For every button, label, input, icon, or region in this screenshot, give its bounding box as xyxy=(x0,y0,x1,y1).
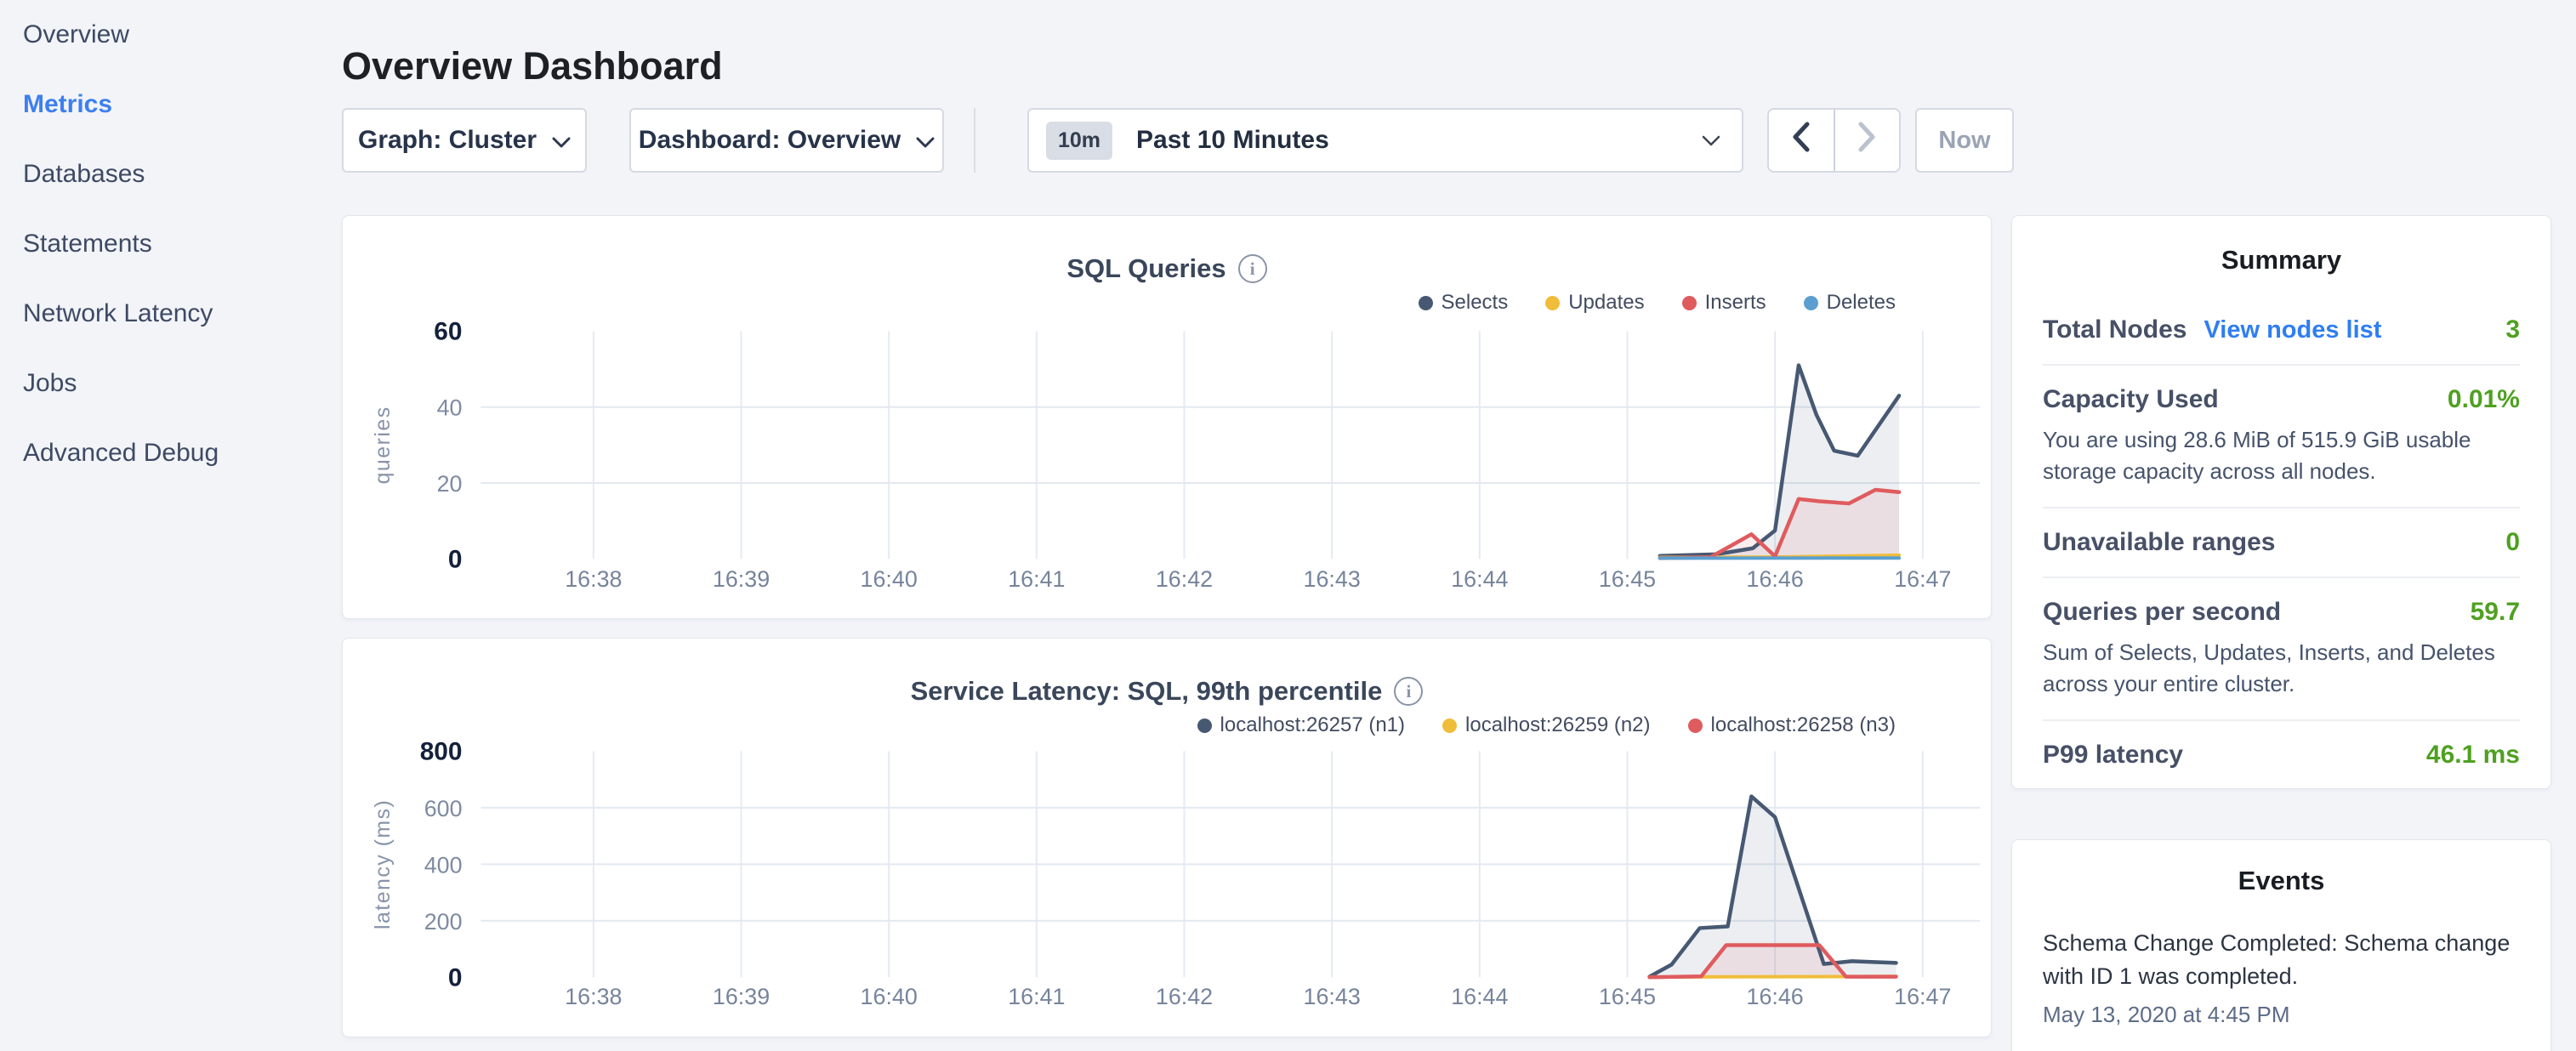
svg-text:16:43: 16:43 xyxy=(1304,984,1361,1009)
time-step-back-button[interactable] xyxy=(1769,110,1834,171)
svg-text:16:45: 16:45 xyxy=(1599,566,1656,592)
svg-text:queries: queries xyxy=(371,406,395,484)
summary-row: Capacity Used 0.01% You are using 28.6 MiB… xyxy=(2043,366,2520,508)
svg-text:16:47: 16:47 xyxy=(1894,566,1951,592)
svg-text:16:38: 16:38 xyxy=(565,566,622,592)
event-timestamp: May 13, 2020 at 4:45 PM xyxy=(2043,1002,2520,1028)
chevron-down-icon xyxy=(1701,134,1721,147)
svg-text:16:41: 16:41 xyxy=(1008,566,1065,592)
svg-text:16:47: 16:47 xyxy=(1894,984,1951,1009)
svg-text:16:39: 16:39 xyxy=(713,984,770,1009)
svg-text:16:40: 16:40 xyxy=(861,566,918,592)
svg-text:16:46: 16:46 xyxy=(1747,984,1804,1009)
svg-text:40: 40 xyxy=(437,395,463,421)
sql-queries-chart-svg: 16:38 16:39 16:40 16:41 16:42 16:43 16:44 16:45… xyxy=(343,216,1991,618)
view-nodes-link[interactable]: View nodes list xyxy=(2204,316,2381,344)
graph-dropdown-label: Graph: Cluster xyxy=(358,126,537,155)
summary-description: You are using 28.6 MiB of 515.9 GiB usab… xyxy=(2043,424,2520,487)
sidebar-item-metrics[interactable]: Metrics xyxy=(0,70,340,139)
graph-dropdown[interactable]: Graph: Cluster xyxy=(342,108,587,173)
summary-row: P99 latency 46.1 ms xyxy=(2043,721,2520,789)
chevron-left-icon xyxy=(1792,122,1811,159)
svg-text:16:44: 16:44 xyxy=(1451,984,1508,1009)
event-item[interactable]: Schema Change Completed: Schema change w… xyxy=(2043,927,2520,1028)
svg-text:16:45: 16:45 xyxy=(1599,984,1656,1009)
events-title: Events xyxy=(2043,866,2520,896)
summary-row: Unavailable ranges 0 xyxy=(2043,508,2520,578)
summary-value: 3 xyxy=(2505,315,2520,344)
summary-rows: Total Nodes View nodes list 3 Capacity Used… xyxy=(2043,296,2520,789)
sidebar-nav: OverviewMetricsDatabasesStatementsNetwor… xyxy=(0,0,340,1051)
summary-label: P99 latency xyxy=(2043,741,2183,770)
events-panel: Events Schema Change Completed: Schema c… xyxy=(2011,839,2551,1051)
dashboard-dropdown[interactable]: Dashboard: Overview xyxy=(629,108,944,173)
svg-text:400: 400 xyxy=(424,852,463,878)
svg-text:800: 800 xyxy=(420,737,463,765)
time-step-forward-button[interactable] xyxy=(1834,110,1900,171)
summary-label: Unavailable ranges xyxy=(2043,528,2275,557)
summary-value: 59.7 xyxy=(2471,598,2520,627)
service-latency-chart-card: Service Latency: SQL, 99th percentile i … xyxy=(342,638,1992,1037)
sidebar-item-statements[interactable]: Statements xyxy=(0,209,340,279)
summary-value: 46.1 ms xyxy=(2426,741,2520,770)
svg-text:16:44: 16:44 xyxy=(1451,566,1508,592)
svg-text:60: 60 xyxy=(434,317,462,345)
now-button[interactable]: Now xyxy=(1915,108,2014,173)
summary-value: 0 xyxy=(2505,528,2520,557)
svg-text:16:39: 16:39 xyxy=(713,566,770,592)
summary-description: Sum of Selects, Updates, Inserts, and De… xyxy=(2043,637,2520,700)
svg-text:20: 20 xyxy=(437,471,463,497)
svg-text:16:40: 16:40 xyxy=(861,984,918,1009)
time-range-label: Past 10 Minutes xyxy=(1136,126,1329,155)
svg-text:16:38: 16:38 xyxy=(565,984,622,1009)
svg-text:600: 600 xyxy=(424,796,463,821)
svg-text:latency (ms): latency (ms) xyxy=(371,799,395,929)
svg-text:16:46: 16:46 xyxy=(1747,566,1804,592)
sql-queries-chart-card: SQL Queries i SelectsUpdatesInsertsDelet… xyxy=(342,215,1992,619)
time-step-buttons xyxy=(1767,108,1901,173)
event-text: Schema Change Completed: Schema change w… xyxy=(2043,927,2520,993)
service-latency-chart-svg: 16:38 16:39 16:40 16:41 16:42 16:43 16:44 16:45… xyxy=(343,639,1991,1037)
chevron-down-icon xyxy=(552,126,571,155)
page-title: Overview Dashboard xyxy=(342,44,723,88)
events-list: Schema Change Completed: Schema change w… xyxy=(2043,927,2520,1028)
svg-text:16:42: 16:42 xyxy=(1156,984,1213,1009)
dashboard-dropdown-label: Dashboard: Overview xyxy=(639,126,901,155)
summary-panel: Summary Total Nodes View nodes list 3 Capac… xyxy=(2011,215,2551,789)
sidebar-item-overview[interactable]: Overview xyxy=(0,0,340,70)
summary-title: Summary xyxy=(2043,245,2520,276)
svg-text:0: 0 xyxy=(448,545,463,573)
sidebar-item-jobs[interactable]: Jobs xyxy=(0,349,340,418)
toolbar-divider xyxy=(974,108,975,173)
time-range-badge: 10m xyxy=(1046,122,1112,160)
svg-text:200: 200 xyxy=(424,909,463,935)
summary-row: Queries per second 59.7 Sum of Selects, Up… xyxy=(2043,578,2520,721)
sidebar-item-advanced-debug[interactable]: Advanced Debug xyxy=(0,418,340,488)
sidebar-item-databases[interactable]: Databases xyxy=(0,139,340,209)
sidebar-item-network-latency[interactable]: Network Latency xyxy=(0,279,340,349)
summary-label: Total Nodes xyxy=(2043,315,2186,344)
time-range-selector[interactable]: 10m Past 10 Minutes xyxy=(1027,108,1743,173)
summary-value: 0.01% xyxy=(2448,385,2520,414)
summary-row: Total Nodes View nodes list 3 xyxy=(2043,296,2520,366)
summary-label: Capacity Used xyxy=(2043,385,2219,414)
app-root: OverviewMetricsDatabasesStatementsNetwor… xyxy=(0,0,2576,1051)
summary-label: Queries per second xyxy=(2043,598,2281,627)
svg-text:16:43: 16:43 xyxy=(1304,566,1361,592)
chevron-down-icon xyxy=(916,126,935,155)
chevron-right-icon xyxy=(1857,122,1876,159)
svg-text:0: 0 xyxy=(448,963,463,991)
svg-text:16:41: 16:41 xyxy=(1008,984,1065,1009)
svg-text:16:42: 16:42 xyxy=(1156,566,1213,592)
